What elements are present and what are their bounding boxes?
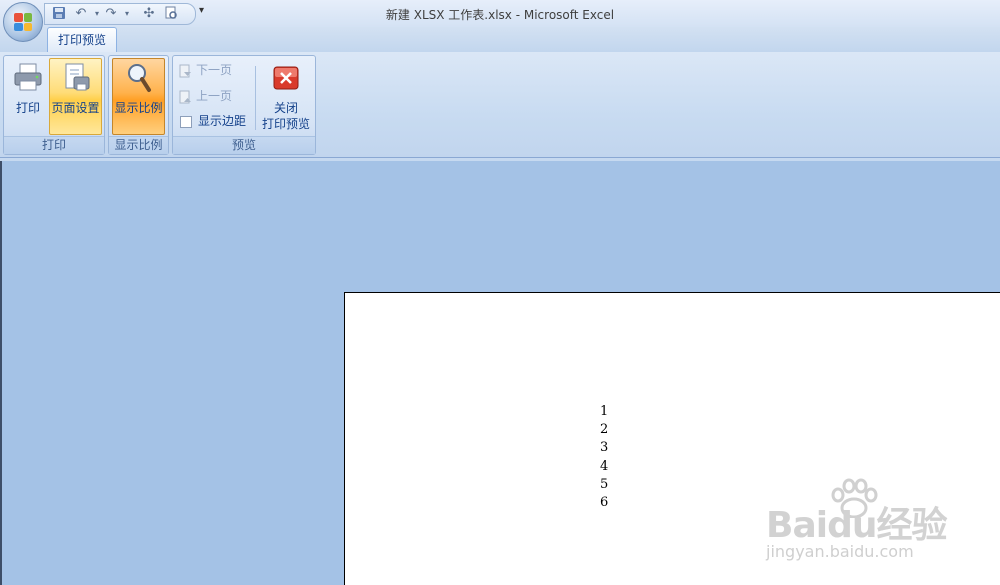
group-preview-label: 预览	[173, 136, 315, 154]
previous-page-icon	[178, 90, 192, 104]
printer-icon	[13, 62, 43, 95]
watermark-url: jingyan.baidu.com	[766, 542, 914, 561]
baidu-watermark: Baidu经验 jingyan.baidu.com	[766, 478, 966, 578]
page-setup-label: 页面设置	[51, 101, 100, 115]
group-zoom: 显示比例 显示比例	[108, 55, 169, 155]
show-margins-label: 显示边距	[198, 114, 247, 128]
magnifier-icon	[124, 62, 154, 97]
title-bar: ↶ ▾ ↷ ▾ ✣ ▾ 新建 XLSX 工作表.xlsx - Microsoft…	[0, 0, 1000, 27]
print-button-label: 打印	[15, 101, 40, 115]
group-zoom-label: 显示比例	[109, 136, 168, 154]
cell-value: 6	[600, 495, 609, 511]
next-page-label: 下一页	[196, 63, 233, 77]
group-separator	[255, 66, 256, 130]
workspace-left-edge	[0, 161, 2, 585]
ribbon-tab-row: 打印预览	[0, 27, 1000, 52]
page-setup-button[interactable]: 页面设置	[49, 58, 102, 135]
cell-value: 4	[600, 458, 609, 474]
watermark-brand: Baidu经验	[766, 505, 947, 546]
page-setup-icon	[61, 62, 91, 95]
zoom-button-label: 显示比例	[114, 101, 163, 115]
print-button[interactable]: 打印	[9, 58, 47, 135]
next-page-button[interactable]: 下一页	[178, 60, 232, 80]
office-logo-icon	[14, 13, 32, 31]
cell-value: 3	[600, 440, 609, 456]
previous-page-button[interactable]: 上一页	[178, 86, 232, 106]
close-icon	[273, 65, 299, 94]
close-line2-label: 打印预览	[261, 117, 310, 131]
cell-values: 1 2 3 4 5 6	[600, 403, 608, 512]
window-title: 新建 XLSX 工作表.xlsx - Microsoft Excel	[385, 8, 615, 22]
next-page-icon	[178, 64, 192, 78]
tab-print-preview[interactable]: 打印预览	[47, 27, 117, 52]
zoom-button[interactable]: 显示比例	[112, 58, 165, 135]
group-print-label: 打印	[4, 136, 104, 154]
cell-value: 5	[600, 476, 609, 492]
close-line1-label: 关闭	[273, 101, 298, 115]
cell-value: 2	[600, 422, 609, 438]
close-print-preview-button[interactable]: 关闭 打印预览	[259, 58, 313, 135]
previous-page-label: 上一页	[196, 89, 233, 103]
show-margins-checkbox[interactable]	[180, 115, 192, 128]
group-print: 打印 页面设置 打印	[3, 55, 105, 155]
show-margins-toggle[interactable]: 显示边距	[178, 111, 246, 131]
office-button[interactable]	[3, 2, 43, 42]
ribbon: 打印 页面设置 打印 显示比例 显示比例 下一页 上一页 显示边距 关闭 打印预…	[0, 52, 1000, 158]
group-preview: 下一页 上一页 显示边距 关闭 打印预览 预览	[172, 55, 316, 155]
cell-value: 1	[600, 404, 609, 419]
